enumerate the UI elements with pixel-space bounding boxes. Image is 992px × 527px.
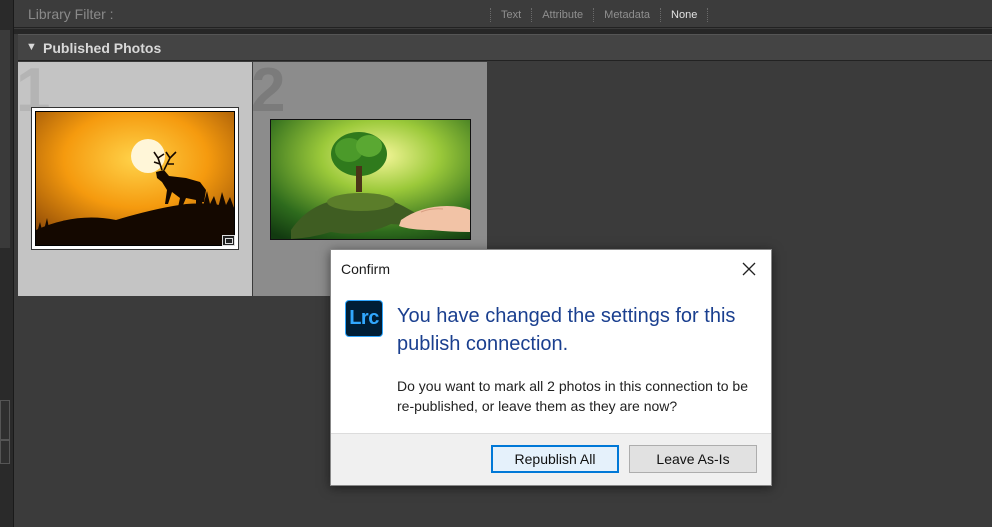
filter-options: Text Attribute Metadata None: [490, 7, 709, 23]
thumbnail-frame[interactable]: [31, 107, 239, 250]
thumbnail-frame[interactable]: [270, 119, 471, 240]
filter-option-metadata[interactable]: Metadata: [593, 8, 660, 22]
leave-as-is-button[interactable]: Leave As-Is: [629, 445, 757, 473]
left-panel-control[interactable]: [0, 440, 10, 464]
deer-sunset-image: [36, 112, 234, 245]
triangle-down-icon[interactable]: ▼: [26, 41, 37, 53]
tree-hand-image: [271, 120, 470, 239]
grid-cell-selected[interactable]: 1: [16, 60, 252, 296]
lightroom-window: Library Filter : Text Attribute Metadata…: [0, 0, 992, 527]
dialog-heading: You have changed the settings for this p…: [397, 305, 736, 355]
confirm-dialog: Confirm Lrc You have changed the setting…: [330, 249, 772, 486]
photo-thumbnail-tree[interactable]: [271, 120, 470, 239]
library-filter-label: Library Filter :: [28, 6, 114, 22]
filter-option-attribute[interactable]: Attribute: [531, 8, 593, 22]
lightroom-classic-icon: Lrc: [345, 300, 383, 337]
published-photos-header[interactable]: ▼ Published Photos: [18, 34, 992, 61]
virtual-copy-badge-icon: [222, 235, 235, 246]
photo-thumbnail-deer[interactable]: [35, 111, 235, 246]
dialog-title: Confirm: [341, 261, 391, 277]
left-panel-control[interactable]: [0, 400, 10, 440]
filter-option-text[interactable]: Text: [490, 8, 531, 22]
left-panel-block: [0, 30, 10, 248]
close-icon: [742, 262, 756, 276]
filter-option-none[interactable]: None: [660, 8, 709, 22]
dialog-footer: Republish All Leave As-Is: [331, 433, 771, 485]
left-panel-edge: [0, 0, 14, 527]
library-filter-bar: Library Filter : Text Attribute Metadata…: [14, 0, 992, 28]
cell-index: 2: [251, 56, 286, 125]
republish-all-button[interactable]: Republish All: [491, 445, 619, 473]
close-button[interactable]: [735, 255, 763, 283]
dialog-message: Do you want to mark all 2 photos in this…: [397, 378, 748, 414]
app-icon-text: Lrc: [349, 307, 379, 329]
section-title: Published Photos: [43, 40, 162, 56]
